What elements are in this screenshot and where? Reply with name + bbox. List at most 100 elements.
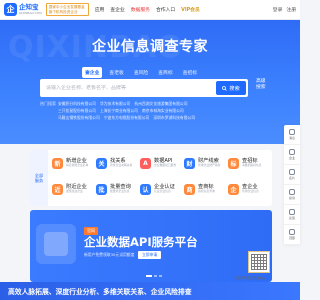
service-item[interactable]: 认企业认证 认证企业信息 <box>140 179 182 199</box>
search-icon <box>222 85 228 91</box>
banner-pagination <box>146 275 162 277</box>
bottom-promo-bar: 高效人脉拓展、深度行业分析、多维关联关系、企业风险排查 <box>0 282 300 300</box>
register-link[interactable]: 注册 <box>286 6 296 13</box>
service-text: 查商标 商标信息查询 <box>198 184 215 194</box>
service-icon: 关 <box>96 157 107 169</box>
service-item[interactable]: 标查招标 海量招投标信息 <box>228 153 270 173</box>
hot-search-label: 热门搜索 <box>40 101 56 106</box>
hot-search-item[interactable]: 南京市林海实业有限公司 <box>142 108 184 114</box>
tab-bidding[interactable]: 查招标 <box>180 67 200 78</box>
hero-section: QIXINBAO 企业信息调查专家 查企业 查老板 查风险 查商标 查招标 搜索… <box>0 20 300 144</box>
service-text: 查企业 查询企业信息 <box>242 184 259 194</box>
service-icon: 近 <box>52 183 63 195</box>
nav-link-partner[interactable]: 合作入口 <box>156 6 175 13</box>
service-item[interactable]: 新新增企业 每日新增企业名单 <box>52 153 94 173</box>
nav-link-data-service[interactable]: 数据服务 <box>131 6 150 13</box>
investor-badge: 国家中小企业发展基金旗下机构投资企业 <box>45 3 89 16</box>
float-label: 名片 <box>288 176 295 180</box>
search-tabs: 查企业 查老板 查风险 查商标 查招标 <box>82 67 200 78</box>
hot-search-item[interactable]: 马鞍山钢铁股份有限公司 <box>58 115 100 121</box>
search-box: 搜索 <box>40 79 248 97</box>
qr-label: 扫码下载企知宝App <box>236 276 267 280</box>
search-button-label: 搜索 <box>229 85 240 92</box>
nav-link-query[interactable]: 查企业 <box>110 6 124 13</box>
api-banner[interactable]: 官网 企业数据API服务平台 新用户免费领取30元试用额度 立即申请 <box>30 210 272 282</box>
tab-boss[interactable]: 查老板 <box>106 67 126 78</box>
banner-dot[interactable] <box>154 275 157 277</box>
service-item[interactable]: 企查企业 查询企业信息 <box>228 179 270 199</box>
float-company[interactable]: 企业 <box>284 145 300 165</box>
banner-title: 企业数据API服务平台 <box>84 235 198 249</box>
app-qr-code <box>248 251 270 273</box>
nav-links: 应用 查企业 数据服务 合作入口 VIP会员 <box>95 6 200 13</box>
float-card[interactable]: 名片 <box>284 165 300 185</box>
services-side-label: 全部服务 <box>30 150 48 206</box>
float-top[interactable]: 顶部 <box>284 225 300 245</box>
hot-search-item[interactable]: 宁波东方电缆股份有限公司 <box>104 115 150 121</box>
tab-company[interactable]: 查企业 <box>82 67 103 78</box>
service-subtitle: 查找企业关联关系 <box>110 163 133 168</box>
right-float-bar: 消息 企业 名片 投诉 反馈 顶部 <box>284 125 300 245</box>
float-label: 企业 <box>288 156 295 160</box>
nav-auth: 登录 注册 <box>273 6 296 13</box>
logo-text: 企知宝 QIXINBAO.COM <box>19 4 42 15</box>
hot-search-row: 马鞍山钢铁股份有限公司 宁波东方电缆股份有限公司 深圳市罗湖科技有限公司 <box>58 115 195 121</box>
hot-search-item[interactable]: 杭州西湖文化旅游集团有限公司 <box>134 101 187 107</box>
service-item[interactable]: 关找关系 查找企业关联关系 <box>96 153 138 173</box>
service-icon: 批 <box>96 183 107 195</box>
banner-apply-button[interactable]: 立即申请 <box>138 251 162 259</box>
banner-dot[interactable] <box>159 275 162 277</box>
site-logo[interactable]: 企 企知宝 QIXINBAO.COM <box>4 3 42 16</box>
tab-risk[interactable]: 查风险 <box>131 67 151 78</box>
float-complaint[interactable]: 投诉 <box>284 185 300 205</box>
float-label: 顶部 <box>288 236 295 240</box>
search-input[interactable] <box>40 85 216 91</box>
service-item[interactable]: 财财产线索 查询企业财产线索 <box>184 153 226 173</box>
advanced-search-link[interactable]: 高级搜索 <box>256 79 270 91</box>
hero-title: 企业信息调查专家 <box>92 39 208 55</box>
service-subtitle: 海量招投标信息 <box>242 163 262 168</box>
service-text: 查招标 海量招投标信息 <box>242 158 262 168</box>
nav-link-vip[interactable]: VIP会员 <box>181 6 200 13</box>
tab-trademark[interactable]: 查商标 <box>155 67 175 78</box>
logo-sub: QIXINBAO.COM <box>19 10 42 15</box>
service-text: 找关系 查找企业关联关系 <box>110 158 133 168</box>
service-item[interactable]: A 数据API 企业数据接口服务 <box>140 153 182 173</box>
hot-search-item[interactable]: 上海长宁商业有限公司 <box>100 108 138 114</box>
banner-decoration <box>44 232 68 256</box>
service-subtitle: 每日新增企业名单 <box>66 163 89 168</box>
arrow-up-icon <box>289 229 295 235</box>
complaint-icon <box>289 189 295 195</box>
service-icon: A <box>140 157 151 169</box>
service-text: 企业认证 认证企业信息 <box>154 184 175 194</box>
banner-dot[interactable] <box>146 275 152 277</box>
hot-search-item[interactable]: 华为技术有限公司 <box>100 101 130 107</box>
top-navbar: 企 企知宝 QIXINBAO.COM 国家中小企业发展基金旗下机构投资企业 应用… <box>0 0 300 20</box>
logo-name: 企知宝 <box>19 3 39 12</box>
float-label: 消息 <box>288 136 295 140</box>
service-subtitle: 查询企业信息 <box>242 189 259 194</box>
card-icon <box>289 169 295 175</box>
service-text: 批量查询 批量查企业信息 <box>110 184 131 194</box>
qr-pattern <box>251 254 267 270</box>
message-icon <box>289 129 295 135</box>
service-subtitle: 企业数据接口服务 <box>154 163 177 168</box>
service-item[interactable]: 商查商标 商标信息查询 <box>184 179 226 199</box>
service-text: 新增企业 每日新增企业名单 <box>66 158 89 168</box>
service-item[interactable]: 近附近企业 发现身边企业 <box>52 179 94 199</box>
search-button[interactable]: 搜索 <box>216 81 246 95</box>
hot-search-item[interactable]: 三只松鼠股份有限公司 <box>58 108 96 114</box>
hot-search-item[interactable]: 深圳市罗湖科技有限公司 <box>153 115 195 121</box>
service-icon: 标 <box>228 157 239 169</box>
nav-link-apps[interactable]: 应用 <box>95 6 105 13</box>
hot-search-item[interactable]: 安徽积分科技有限公司 <box>58 101 96 107</box>
service-item[interactable]: 批批量查询 批量查企业信息 <box>96 179 138 199</box>
service-icon: 财 <box>184 157 195 169</box>
login-link[interactable]: 登录 <box>273 6 283 13</box>
service-icon: 认 <box>140 183 151 195</box>
service-subtitle: 认证企业信息 <box>154 189 171 194</box>
float-feedback[interactable]: 反馈 <box>284 205 300 225</box>
service-icon: 企 <box>228 183 239 195</box>
service-text: 附近企业 发现身边企业 <box>66 184 87 194</box>
float-message[interactable]: 消息 <box>284 125 300 145</box>
